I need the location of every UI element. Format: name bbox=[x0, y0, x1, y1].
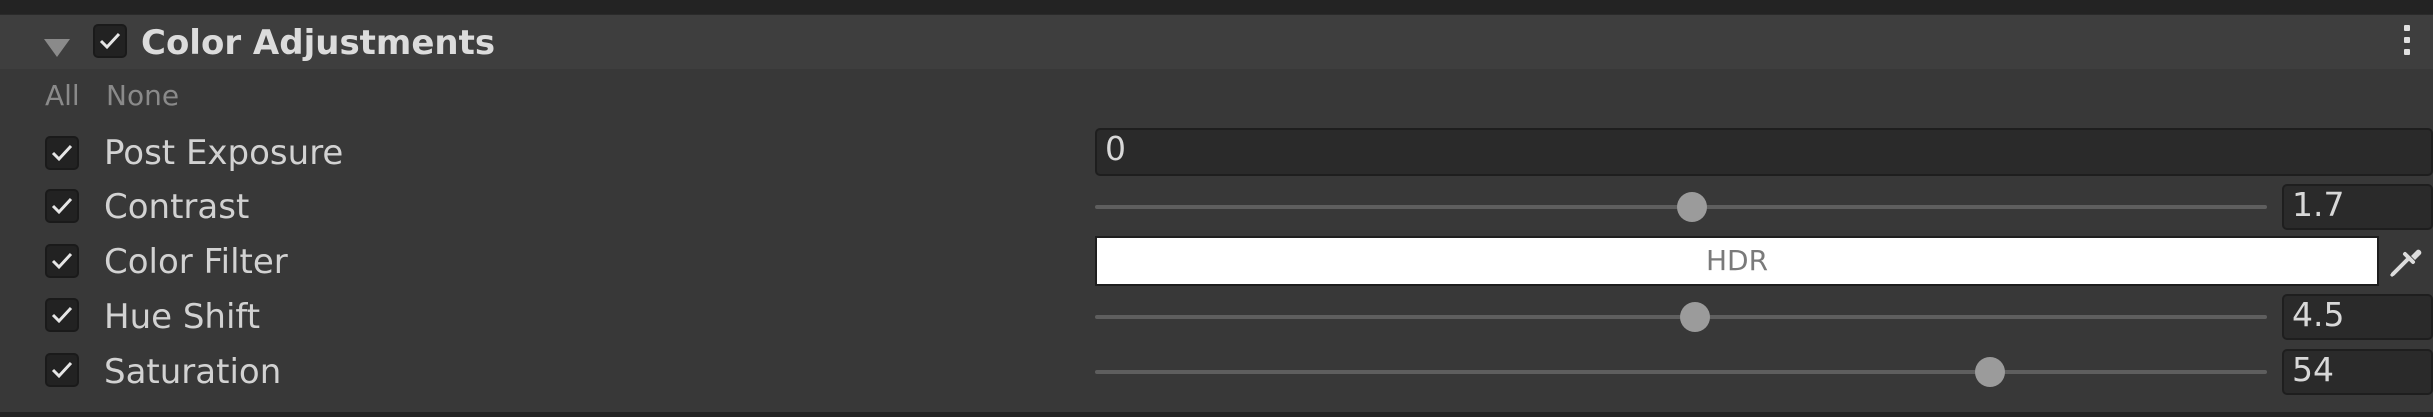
contrast-slider-thumb[interactable] bbox=[1677, 192, 1707, 222]
top-divider bbox=[0, 0, 2433, 14]
checkmark-icon bbox=[51, 306, 73, 324]
checkmark-icon bbox=[51, 197, 73, 215]
hue-shift-slider-thumb[interactable] bbox=[1680, 302, 1710, 332]
contrast-input[interactable]: 1.7 bbox=[2282, 184, 2433, 230]
checkmark-icon bbox=[51, 361, 73, 379]
select-all-link[interactable]: All bbox=[45, 80, 80, 112]
hue-shift-label: Hue Shift bbox=[104, 297, 261, 337]
foldout-triangle-icon[interactable] bbox=[44, 39, 70, 57]
hue-shift-input[interactable]: 4.5 bbox=[2282, 294, 2433, 340]
saturation-input[interactable]: 54 bbox=[2282, 349, 2433, 395]
section-title: Color Adjustments bbox=[141, 23, 496, 63]
color-filter-override-checkbox[interactable] bbox=[45, 244, 79, 278]
contrast-label: Contrast bbox=[104, 187, 250, 227]
saturation-slider-thumb[interactable] bbox=[1975, 357, 2005, 387]
checkmark-icon bbox=[51, 252, 73, 270]
checkmark-icon bbox=[99, 32, 121, 50]
enable-effect-checkbox[interactable] bbox=[93, 24, 127, 58]
color-filter-swatch[interactable]: HDR bbox=[1095, 236, 2379, 286]
select-none-link[interactable]: None bbox=[106, 80, 179, 112]
post-exposure-input[interactable]: 0 bbox=[1095, 128, 2433, 176]
eyedropper-icon[interactable] bbox=[2383, 238, 2429, 284]
post-exposure-label: Post Exposure bbox=[104, 133, 344, 173]
post-exposure-override-checkbox[interactable] bbox=[45, 136, 79, 170]
saturation-override-checkbox[interactable] bbox=[45, 353, 79, 387]
kebab-menu-icon[interactable] bbox=[2404, 25, 2412, 63]
saturation-slider-track[interactable] bbox=[1095, 370, 2267, 374]
color-filter-label: Color Filter bbox=[104, 242, 288, 282]
saturation-label: Saturation bbox=[104, 352, 282, 392]
hue-shift-override-checkbox[interactable] bbox=[45, 298, 79, 332]
section-header[interactable]: Color Adjustments bbox=[0, 14, 2433, 69]
contrast-override-checkbox[interactable] bbox=[45, 189, 79, 223]
bottom-divider bbox=[0, 412, 2433, 417]
checkmark-icon bbox=[51, 144, 73, 162]
